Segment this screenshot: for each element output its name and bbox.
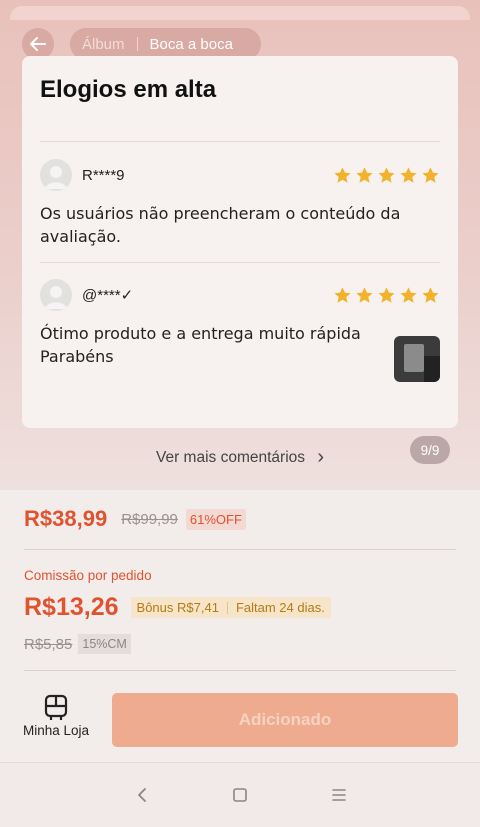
star-icon	[378, 166, 395, 183]
more-reviews-label: Ver mais comentários	[155, 449, 306, 466]
user-icon	[45, 286, 67, 309]
tab-reviews[interactable]: Boca a boca	[138, 36, 245, 53]
review-photo[interactable]	[394, 336, 440, 382]
original-price: R$99,99	[121, 510, 178, 528]
back-triangle-icon	[138, 788, 146, 802]
my-store-button[interactable]: Minha Loja	[20, 693, 92, 738]
current-price: R$38,99	[24, 506, 108, 531]
tab-album[interactable]: Álbum	[70, 36, 137, 53]
old-commission: R$5,85	[24, 635, 73, 653]
user-icon	[45, 166, 67, 189]
divider	[40, 141, 440, 142]
nav-home-button[interactable]	[228, 783, 252, 807]
avatar	[40, 279, 72, 311]
my-store-label: Minha Loja	[22, 723, 90, 738]
review-username: R****9	[82, 166, 125, 184]
bonus-badge: Bônus R$7,41 Faltam 24 dias.	[130, 597, 331, 618]
more-reviews-link[interactable]: Ver mais comentários ›	[0, 446, 480, 469]
review-username: @****✓	[82, 287, 134, 304]
chevron-right-icon: ›	[317, 446, 324, 468]
divider	[40, 262, 440, 263]
nav-menu-button[interactable]	[327, 783, 351, 807]
star-icon	[422, 286, 439, 303]
reviews-title: Elogios em alta	[40, 76, 217, 103]
system-nav-bar	[0, 762, 480, 827]
rating-stars	[333, 286, 440, 305]
menu-lines-icon	[332, 789, 346, 801]
review-text: Ótimo produto e a entrega muito rápida P…	[40, 324, 361, 366]
add-button[interactable]: Adicionado	[112, 693, 458, 747]
commission-label: Comissão por pedido	[24, 568, 152, 583]
reviews-card: Elogios em alta R****9 Os usuários não p…	[22, 56, 458, 428]
home-square-icon	[233, 788, 247, 802]
time-left: Faltam 24 dias.	[235, 600, 325, 615]
star-icon	[334, 286, 351, 303]
review-item: R****9 Os usuários não preencheram o con…	[40, 158, 440, 248]
avatar	[40, 159, 72, 191]
nav-back-button[interactable]	[130, 783, 154, 807]
star-icon	[378, 286, 395, 303]
review-text: Os usuários não preencheram o conteúdo d…	[40, 204, 401, 246]
divider	[24, 549, 456, 550]
rating-stars	[333, 166, 440, 185]
star-icon	[334, 166, 351, 183]
bonus-amount: Bônus R$7,41	[136, 600, 219, 615]
star-icon	[356, 166, 373, 183]
review-item: @****✓ Ótimo produto e a entrega muito r…	[40, 278, 440, 382]
star-icon	[422, 166, 439, 183]
discount-badge: 61%OFF	[185, 508, 246, 530]
commission-value: R$13,26	[24, 593, 119, 621]
star-icon	[356, 286, 373, 303]
shop-icon	[44, 694, 68, 720]
star-icon	[400, 166, 417, 183]
star-icon	[400, 286, 417, 303]
arrow-left-icon	[30, 37, 46, 51]
divider	[24, 670, 456, 671]
sheet-rim	[10, 6, 470, 20]
commission-rate-badge: 15%CM	[78, 634, 131, 654]
image-counter: 9/9	[410, 436, 450, 464]
